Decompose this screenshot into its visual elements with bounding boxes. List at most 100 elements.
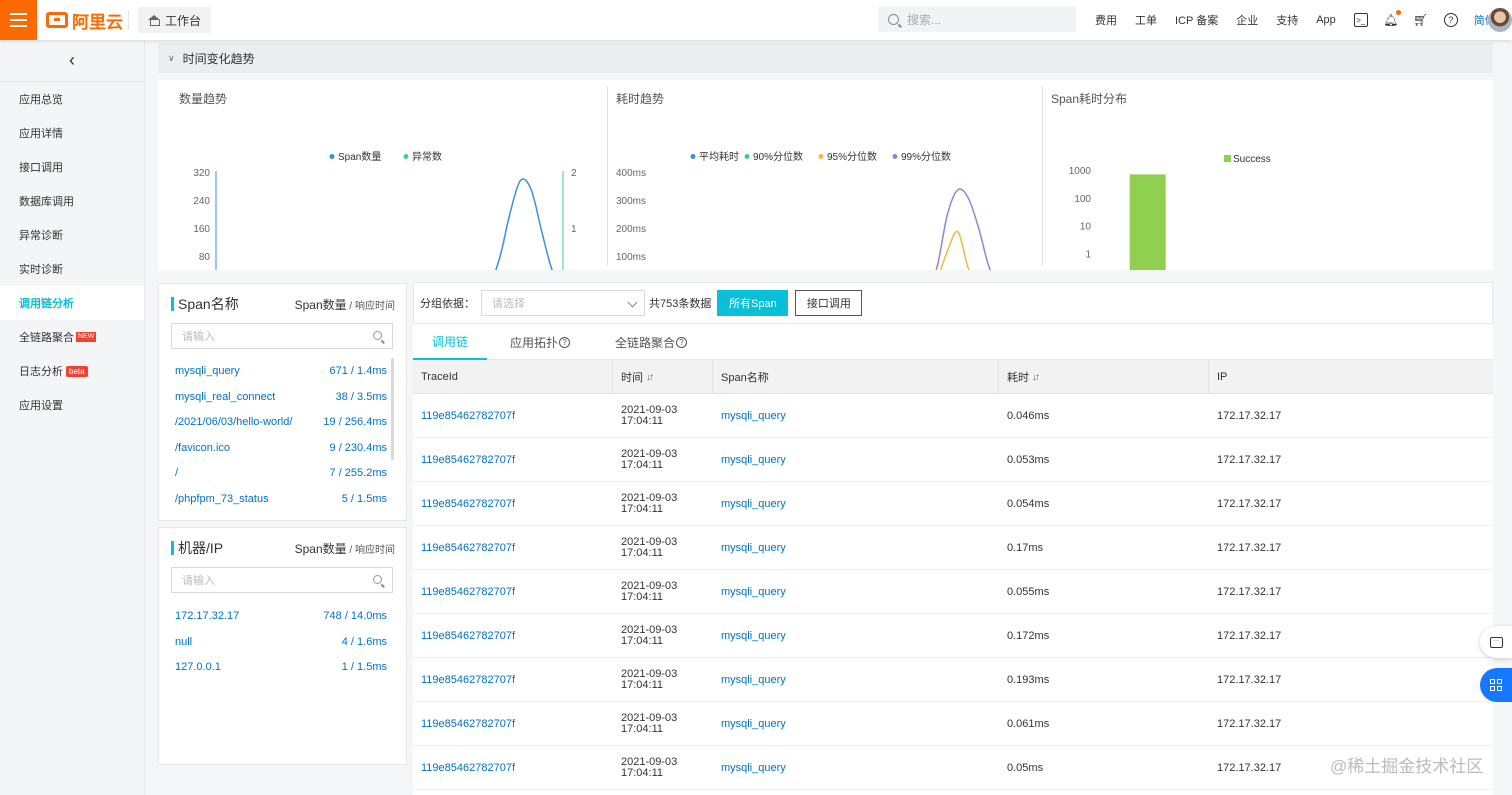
cell-time: 2021-09-03 17:04:11	[613, 702, 677, 746]
column-time[interactable]: 时间 ↓↑	[613, 360, 713, 394]
sidebar-item-app-settings[interactable]: 应用设置	[0, 388, 144, 422]
sidebar-item-log-analysis[interactable]: 日志分析 beta	[0, 354, 144, 388]
ip-search-input[interactable]: 请输入	[171, 567, 393, 593]
table-row: 119e85462782707f 2021-09-03 17:04:11 mysqli…	[413, 394, 1493, 438]
collapse-chevron-left-icon[interactable]: ‹	[0, 40, 144, 82]
list-item[interactable]: /phpfpm_73_status 5 / 1.5ms	[175, 489, 387, 509]
tab-full-link[interactable]: 全链路聚合?	[601, 324, 701, 360]
main-content: ∨ 时间变化趋势 数量趋势 Span数量异常数32024016080021009…	[145, 40, 1512, 795]
sidebar-item-app-detail[interactable]: 应用详情	[0, 116, 144, 150]
cell-traceid[interactable]: 119e85462782707f	[413, 394, 515, 438]
span-search-input[interactable]: 请输入	[171, 323, 393, 349]
cell-span-name[interactable]: mysqli_query	[713, 702, 786, 746]
legend-marker	[1224, 155, 1231, 162]
list-item[interactable]: 127.0.0.1 1 / 1.5ms	[175, 657, 387, 677]
sidebar-item-exception[interactable]: 异常诊断	[0, 218, 144, 252]
top-link-ticket[interactable]: 工单	[1135, 12, 1157, 28]
legend-item[interactable]: Span数量	[329, 150, 382, 163]
list-item[interactable]: 172.17.32.17 748 / 14.0ms	[175, 606, 387, 626]
y-tick-label: 1	[571, 224, 577, 235]
sidebar-item-label: 应用详情	[19, 128, 63, 140]
cart-icon[interactable]: 🛒︎	[1413, 13, 1428, 27]
top-link-app[interactable]: App	[1316, 14, 1336, 26]
all-span-button[interactable]: 所有Span	[717, 290, 789, 316]
cell-span-name[interactable]: mysqli_query	[713, 614, 786, 658]
sort-icon[interactable]: ↓↑	[1032, 372, 1040, 383]
cell-traceid[interactable]: 119e85462782707f	[413, 570, 515, 614]
column-cost[interactable]: 耗时 ↓↑	[999, 360, 1209, 394]
section-header[interactable]: ∨ 时间变化趋势	[158, 43, 1493, 73]
cell-time: 2021-09-03 17:04:11	[613, 614, 677, 658]
sidebar-item-trace-analysis[interactable]: 调用链分析	[0, 286, 144, 320]
list-item[interactable]: /2021/06/03/hello-world/19 / 256.4ms	[175, 412, 387, 432]
cell-traceid[interactable]: 119e85462782707f	[413, 526, 515, 570]
cell-traceid[interactable]: 119e85462782707f	[413, 482, 515, 526]
cell-clock: 17:04:11	[621, 591, 664, 603]
apps-button[interactable]	[1480, 668, 1512, 702]
aliyun-logo[interactable]: 阿里云	[46, 8, 123, 32]
legend-item[interactable]: 99%分位数	[892, 150, 952, 163]
api-call-button[interactable]: 接口调用	[795, 290, 863, 316]
latency-trend-svg: 平均耗时 90%分位数 95%分位数 99%分位数 400ms 300ms 200ms 100…	[616, 150, 1027, 307]
cell-traceid[interactable]: 119e85462782707f	[413, 658, 515, 702]
legend-item[interactable]: 平均耗时	[690, 151, 740, 163]
top-link-support[interactable]: 支持	[1276, 12, 1298, 28]
cell-traceid[interactable]: 119e85462782707f	[413, 438, 515, 482]
table-row: 119e85462782707f 2021-09-03 17:04:11 mysqli…	[413, 614, 1493, 658]
cell-traceid[interactable]: 119e85462782707f	[413, 702, 515, 746]
help-icon[interactable]: ?	[559, 336, 570, 348]
sidebar-item-api-call[interactable]: 接口调用	[0, 150, 144, 184]
workbench-button[interactable]: 工作台	[138, 7, 212, 33]
sidebar-item-app-overview[interactable]: 应用总览	[0, 82, 144, 116]
chat-icon: ···	[1489, 636, 1503, 648]
terminal-icon[interactable]: >_	[1353, 13, 1368, 27]
cell-ip: 172.17.32.17	[1217, 541, 1282, 554]
list-item[interactable]: / 7 / 255.2ms	[175, 463, 387, 483]
tab-trace[interactable]: 调用链	[413, 324, 487, 360]
cell-span-name[interactable]: mysqli_query	[713, 438, 786, 482]
y-tick-label: 240	[193, 196, 210, 207]
group-select[interactable]: 请选择	[481, 290, 645, 316]
divider	[128, 10, 129, 30]
sidebar-item-label: 调用链分析	[19, 298, 74, 310]
cell-span-name[interactable]: mysqli_query	[713, 482, 786, 526]
avatar[interactable]	[1488, 8, 1512, 32]
search-icon	[373, 575, 382, 584]
datetime-stack: 2021-09-03 17:04:11	[621, 493, 677, 515]
search-input[interactable]: 搜索...	[878, 6, 1076, 32]
cell-span-name[interactable]: mysqli_query	[713, 526, 786, 570]
cell-traceid[interactable]: 119e85462782707f	[413, 614, 515, 658]
help-icon[interactable]: ?	[676, 336, 687, 348]
sidebar-item-full-link[interactable]: 全链路聚合 NEW	[0, 320, 144, 354]
sort-icon[interactable]: ↓↑	[646, 372, 654, 383]
list-item[interactable]: /favicon.ico 9 / 230.4ms	[175, 438, 387, 458]
top-link-enterprise[interactable]: 企业	[1236, 12, 1258, 28]
sidebar-item-label: 应用总览	[19, 94, 63, 106]
panel-sort-label[interactable]: Span数量 / 响应时间	[295, 540, 395, 557]
sidebar-item-db-call[interactable]: 数据库调用	[0, 184, 144, 218]
sidebar-item-realtime[interactable]: 实时诊断	[0, 252, 144, 286]
menu-icon[interactable]	[0, 0, 37, 40]
list-item[interactable]: mysqli_real_connect 38 / 3.5ms	[175, 387, 387, 407]
feedback-button[interactable]: ···	[1480, 626, 1512, 658]
list-item[interactable]: mysqli_query 671 / 1.4ms	[175, 361, 387, 381]
top-link-icp[interactable]: ICP 备案	[1175, 12, 1218, 28]
panel-sort-label[interactable]: Span数量 / 响应时间	[295, 296, 395, 313]
y-tick-label: 100	[1074, 194, 1091, 205]
top-link-fee[interactable]: 费用	[1095, 12, 1117, 28]
cell-span-name[interactable]: mysqli_query	[713, 394, 786, 438]
cell-traceid[interactable]: 119e85462782707f	[413, 746, 515, 790]
cell-span-name[interactable]: mysqli_query	[713, 746, 786, 790]
legend-item[interactable]: 异常数	[403, 150, 443, 163]
tab-topology[interactable]: 应用拓扑?	[495, 324, 585, 360]
cell-span-name[interactable]: mysqli_query	[713, 658, 786, 702]
list-item[interactable]: null 4 / 1.6ms	[175, 632, 387, 652]
legend-item[interactable]: 95%分位数	[818, 150, 878, 163]
legend-item[interactable]: 90%分位数	[744, 150, 804, 163]
legend-item[interactable]: Success	[1224, 154, 1271, 165]
cell-span-name[interactable]: mysqli_query	[713, 570, 786, 614]
help-icon[interactable]: ?	[1443, 13, 1458, 27]
bell-icon[interactable]: 🔔︎	[1383, 10, 1401, 27]
sort-main: Span数量	[294, 297, 347, 312]
scrollbar[interactable]	[391, 358, 394, 460]
